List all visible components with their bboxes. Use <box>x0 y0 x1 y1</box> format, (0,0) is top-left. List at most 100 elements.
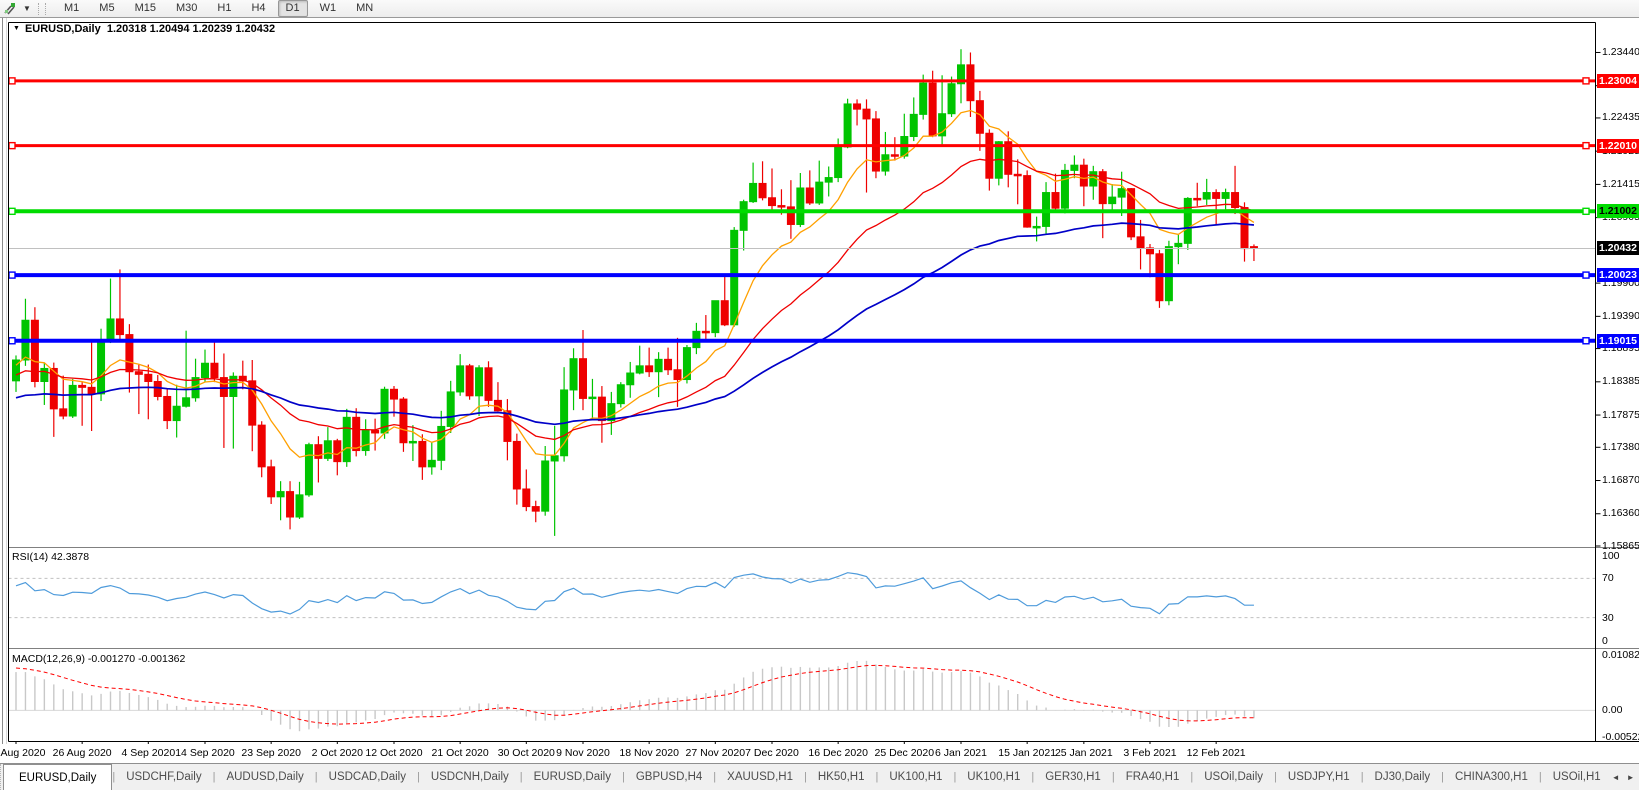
candle-body <box>1118 189 1125 197</box>
candle-body <box>702 331 709 333</box>
timeframe-buttons: M1M5 M15M30H1H4 D1W1MN <box>54 0 383 17</box>
hline-handle[interactable] <box>1583 272 1589 278</box>
candle-body <box>929 83 936 136</box>
hline-handle[interactable] <box>9 78 15 84</box>
candle-body <box>891 155 898 157</box>
chart-tab-eurusd-daily[interactable]: EURUSD,Daily <box>3 764 112 790</box>
chart-tab-ger30-h1[interactable]: GER30,H1 <box>1034 764 1112 790</box>
chart-tab-usdjpy-h1[interactable]: USDJPY,H1 <box>1277 764 1361 790</box>
timeframe-button-m1[interactable]: M1 <box>56 0 87 17</box>
chart-tab-usdchf-daily[interactable]: USDCHF,Daily <box>115 764 212 790</box>
candle-body <box>627 373 634 385</box>
candle-body <box>324 441 331 459</box>
tab-scroll-right-icon[interactable]: ► <box>1627 773 1635 782</box>
candle-body <box>41 368 48 381</box>
hline-handle[interactable] <box>9 272 15 278</box>
candle-body <box>353 417 360 450</box>
candle-body <box>1156 254 1163 301</box>
chart-tab-usoil-daily[interactable]: USOil,Daily <box>1193 764 1274 790</box>
chart-tab-dj30-daily[interactable]: DJ30,Daily <box>1364 764 1442 790</box>
candle-body <box>910 114 917 136</box>
candle-body <box>769 198 776 206</box>
candle-body <box>485 368 492 401</box>
date-tick-label: 14 Sep 2020 <box>175 747 235 759</box>
hline-handle[interactable] <box>1583 208 1589 214</box>
candle-body <box>315 445 322 459</box>
timeframe-button-m15[interactable]: M15 <box>127 0 164 17</box>
hline-handle[interactable] <box>1583 143 1589 149</box>
hline-handle[interactable] <box>1583 78 1589 84</box>
candle-body <box>806 188 813 203</box>
chart-tab-china300-h1[interactable]: CHINA300,H1 <box>1444 764 1539 790</box>
candle-body <box>164 396 171 420</box>
timeframe-button-mn[interactable]: MN <box>348 0 381 17</box>
date-tick-label: 25 Jan 2021 <box>1055 747 1113 759</box>
candle-body <box>447 392 454 427</box>
candle-body <box>920 83 927 114</box>
candle-body <box>409 441 416 443</box>
chart-tab-audusd-daily[interactable]: AUDUSD,Daily <box>215 764 314 790</box>
hline-handle[interactable] <box>9 338 15 344</box>
chart-tab-fra40-h1[interactable]: FRA40,H1 <box>1115 764 1191 790</box>
chart-tab-xauusd-h1[interactable]: XAUUSD,H1 <box>716 764 804 790</box>
candle-body <box>202 363 209 377</box>
candle-body <box>731 230 738 324</box>
candle-body <box>636 366 643 373</box>
tab-scroll-left-icon[interactable]: ◄ <box>1612 773 1620 782</box>
candle-body <box>589 397 596 399</box>
candle-body <box>712 301 719 333</box>
timeframe-button-h4[interactable]: H4 <box>243 0 273 17</box>
price-chart-canvas[interactable] <box>0 18 1639 744</box>
candle-body <box>570 359 577 390</box>
chart-title-ohlc: 1.20318 1.20494 1.20239 1.20432 <box>107 23 275 35</box>
date-tick-label: 9 Nov 2020 <box>556 747 610 759</box>
candle-body <box>948 84 955 114</box>
date-tick-label: 12 Feb 2021 <box>1187 747 1246 759</box>
candle-body <box>419 441 426 466</box>
candle-body <box>542 461 549 511</box>
timeframe-button-h1[interactable]: H1 <box>209 0 239 17</box>
candle-body <box>183 398 190 406</box>
chart-tab-usoil-h1[interactable]: USOil,H1 <box>1542 764 1612 790</box>
date-tick-label: 3 Feb 2021 <box>1123 747 1176 759</box>
candle-body <box>1052 193 1059 209</box>
candle-body <box>1137 237 1144 248</box>
candle-body <box>31 320 38 381</box>
candle-body <box>674 370 681 380</box>
candle-body <box>466 366 473 396</box>
date-tick-label: 15 Jan 2021 <box>998 747 1056 759</box>
date-tick-label: 30 Oct 2020 <box>498 747 555 759</box>
chart-title-dropdown-icon[interactable]: ▼ <box>13 25 20 32</box>
chart-tab-gbpusd-h4[interactable]: GBPUSD,H4 <box>625 764 713 790</box>
candle-body <box>362 430 369 450</box>
chart-tab-uk100-h1[interactable]: UK100,H1 <box>956 764 1031 790</box>
candle-body <box>1024 176 1031 227</box>
chart-tab-hk50-h1[interactable]: HK50,H1 <box>807 764 876 790</box>
candle-body <box>1184 198 1191 243</box>
chart-tab-uk100-h1[interactable]: UK100,H1 <box>878 764 953 790</box>
candle-body <box>750 183 757 201</box>
timeframe-button-m30[interactable]: M30 <box>168 0 205 17</box>
candle-body <box>268 467 275 497</box>
candle-body <box>1014 174 1021 176</box>
toolbar-dropdown-caret-icon[interactable]: ▼ <box>20 4 34 13</box>
timeframe-button-m5[interactable]: M5 <box>91 0 122 17</box>
chart-tab-eurusd-daily[interactable]: EURUSD,Daily <box>523 764 622 790</box>
candle-body <box>665 359 672 369</box>
timeframe-button-d1[interactable]: D1 <box>278 0 308 17</box>
window-left-edge <box>2 18 7 744</box>
chart-cursor-icon-glyph <box>3 2 17 16</box>
timeframe-button-w1[interactable]: W1 <box>312 0 345 17</box>
candle-body <box>1033 226 1040 228</box>
hline-handle[interactable] <box>1583 338 1589 344</box>
chart-cursor-icon[interactable] <box>0 1 20 17</box>
chart-tab-usdcad-daily[interactable]: USDCAD,Daily <box>318 764 417 790</box>
chart-tab-usdcnh-daily[interactable]: USDCNH,Daily <box>420 764 520 790</box>
candle-body <box>343 417 350 461</box>
candle-body <box>778 206 785 208</box>
candle-body <box>863 109 870 119</box>
candle-body <box>854 104 861 109</box>
hline-handle[interactable] <box>9 143 15 149</box>
hline-handle[interactable] <box>9 208 15 214</box>
candle-body <box>1061 170 1068 208</box>
